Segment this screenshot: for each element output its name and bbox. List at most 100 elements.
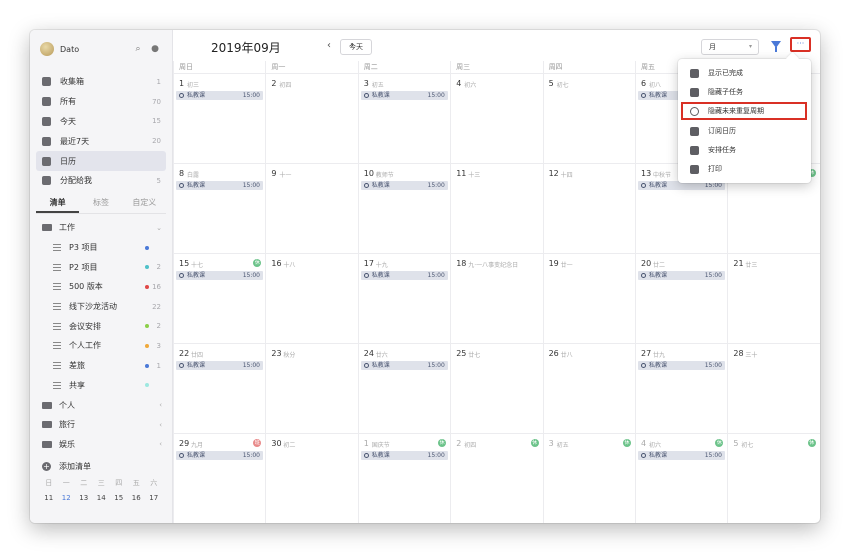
- event-chip[interactable]: 私教课 15:00: [176, 451, 263, 460]
- mini-day[interactable]: 13: [75, 493, 93, 504]
- day-cell[interactable]: 12 十四: [542, 163, 635, 253]
- mini-day[interactable]: 15: [110, 493, 128, 504]
- mini-day[interactable]: 11: [40, 493, 58, 504]
- event-chip[interactable]: 私教课 15:00: [638, 271, 725, 280]
- day-cell[interactable]: 11 十三: [450, 163, 543, 253]
- day-cell[interactable]: 5 初七: [542, 73, 635, 163]
- day-cell[interactable]: 3 初五 私教课 15:00: [357, 73, 451, 163]
- list-color-dot: [145, 363, 149, 368]
- today-button[interactable]: 今天: [340, 39, 372, 55]
- avatar[interactable]: [40, 42, 54, 56]
- bell-icon[interactable]: ●: [150, 44, 160, 54]
- day-cell[interactable]: 8 白露 私教课 15:00: [173, 163, 266, 253]
- day-cell[interactable]: 5 初七 休: [727, 433, 820, 523]
- lunar-date: 初七: [741, 442, 754, 449]
- day-cell[interactable]: 10 教师节 私教课 15:00: [357, 163, 451, 253]
- list-item[interactable]: 500 版本 16: [36, 277, 166, 297]
- day-cell[interactable]: 2 初四 休: [450, 433, 543, 523]
- event-chip[interactable]: 私教课 15:00: [176, 271, 263, 280]
- menu-item-label: 安排任务: [708, 146, 736, 154]
- list-item-count: 3: [156, 341, 161, 350]
- sidebar-item[interactable]: 最近7天 20: [36, 131, 166, 151]
- day-cell[interactable]: 19 廿一: [542, 253, 635, 343]
- day-cell[interactable]: 28 三十: [727, 343, 820, 433]
- event-chip[interactable]: 私教课 15:00: [360, 91, 448, 100]
- day-cell[interactable]: 3 初五 休: [542, 433, 635, 523]
- day-cell[interactable]: 22 廿四 私教课 15:00: [173, 343, 266, 433]
- menu-item[interactable]: 安排任务: [678, 141, 811, 159]
- filter-icon[interactable]: [771, 41, 781, 52]
- day-cell[interactable]: 16 十八: [265, 253, 358, 343]
- chevron-down-icon[interactable]: ⌄: [156, 224, 162, 232]
- event-chip[interactable]: 私教课 15:00: [360, 181, 448, 190]
- menu-item[interactable]: 打印: [678, 160, 811, 178]
- list-tab[interactable]: 自定义: [123, 197, 166, 213]
- more-button[interactable]: ···: [790, 37, 811, 52]
- menu-item[interactable]: 隐藏子任务: [678, 83, 811, 101]
- list-item[interactable]: 个人工作 3: [36, 336, 166, 356]
- event-chip[interactable]: 私教课 15:00: [360, 451, 448, 460]
- sidebar-item[interactable]: 分配给我 5: [36, 171, 166, 191]
- add-list-button[interactable]: + 添加清单: [36, 456, 166, 476]
- event-chip[interactable]: 私教课 15:00: [360, 361, 448, 370]
- list-item[interactable]: 旅行 ‹: [36, 415, 166, 435]
- search-icon[interactable]: ⌕: [133, 44, 143, 54]
- sidebar-item[interactable]: 日历: [36, 151, 166, 171]
- day-cell[interactable]: 4 初六 休私教课 15:00: [635, 433, 728, 523]
- list-item[interactable]: 娱乐 ‹: [36, 435, 166, 455]
- day-cell[interactable]: 21 廿三: [727, 253, 820, 343]
- day-cell[interactable]: 20 廿二 私教课 15:00: [635, 253, 728, 343]
- list-item[interactable]: 线下沙龙活动 22: [36, 297, 166, 317]
- mini-day[interactable]: 14: [93, 493, 111, 504]
- event-chip[interactable]: 私教课 15:00: [176, 181, 263, 190]
- menu-item[interactable]: 订阅日历: [678, 122, 811, 140]
- list-item[interactable]: 个人 ‹: [36, 395, 166, 415]
- sidebar-item[interactable]: 今天 15: [36, 112, 166, 132]
- chevron-left-icon[interactable]: ‹: [159, 401, 162, 409]
- day-cell[interactable]: 29 九月 班私教课 15:00: [173, 433, 266, 523]
- chevron-left-icon[interactable]: ‹: [159, 421, 162, 429]
- list-item[interactable]: 工作 ⌄: [36, 218, 166, 238]
- nav-item-icon: [42, 136, 51, 146]
- list-tab[interactable]: 标签: [79, 197, 122, 213]
- day-cell[interactable]: 25 廿七: [450, 343, 543, 433]
- list-tab[interactable]: 清单: [36, 197, 80, 213]
- prev-month-button[interactable]: ‹: [327, 40, 331, 51]
- event-chip[interactable]: 私教课 15:00: [360, 271, 448, 280]
- list-item[interactable]: 差旅 1: [36, 356, 166, 376]
- menu-item-label: 隐藏未来重复周期: [708, 107, 764, 115]
- sidebar-item[interactable]: 所有 70: [36, 92, 166, 112]
- list-item[interactable]: 会议安排 2: [36, 316, 166, 336]
- day-cell[interactable]: 2 初四: [265, 73, 358, 163]
- mini-day[interactable]: 17: [145, 493, 163, 504]
- menu-item[interactable]: 显示已完成: [678, 64, 811, 82]
- day-number: 26: [548, 349, 559, 358]
- list-item[interactable]: P2 项目 2: [36, 257, 166, 277]
- day-cell[interactable]: 4 初六: [450, 73, 543, 163]
- day-cell[interactable]: 1 国庆节 休私教课 15:00: [357, 433, 451, 523]
- day-cell[interactable]: 30 初二: [265, 433, 358, 523]
- sidebar-item[interactable]: 收集箱 1: [36, 72, 166, 92]
- list-item[interactable]: 共享: [36, 376, 166, 396]
- repeat-icon: [641, 453, 646, 458]
- mini-day[interactable]: 16: [128, 493, 146, 504]
- view-select[interactable]: 月 ▾: [701, 39, 759, 55]
- day-cell[interactable]: 15 十七 休私教课 15:00: [173, 253, 266, 343]
- menu-item[interactable]: 隐藏未来重复周期: [681, 102, 807, 120]
- event-chip[interactable]: 私教课 15:00: [176, 361, 263, 370]
- list-item[interactable]: P3 项目: [36, 238, 166, 258]
- day-cell[interactable]: 26 廿八: [542, 343, 635, 433]
- event-chip[interactable]: 私教课 15:00: [176, 91, 263, 100]
- day-cell[interactable]: 1 初三 私教课 15:00: [173, 73, 266, 163]
- day-cell[interactable]: 17 十九 私教课 15:00: [357, 253, 451, 343]
- day-cell[interactable]: 18 九·一八事变纪念日: [450, 253, 543, 343]
- event-chip[interactable]: 私教课 15:00: [638, 361, 725, 370]
- day-cell[interactable]: 9 十一: [265, 163, 358, 253]
- mini-day[interactable]: 12: [58, 493, 76, 504]
- list-item-label: 个人: [59, 400, 75, 410]
- chevron-left-icon[interactable]: ‹: [159, 440, 162, 448]
- day-cell[interactable]: 24 廿六 私教课 15:00: [357, 343, 451, 433]
- event-chip[interactable]: 私教课 15:00: [638, 451, 725, 460]
- day-cell[interactable]: 23 秋分: [265, 343, 358, 433]
- day-cell[interactable]: 27 廿九 私教课 15:00: [635, 343, 728, 433]
